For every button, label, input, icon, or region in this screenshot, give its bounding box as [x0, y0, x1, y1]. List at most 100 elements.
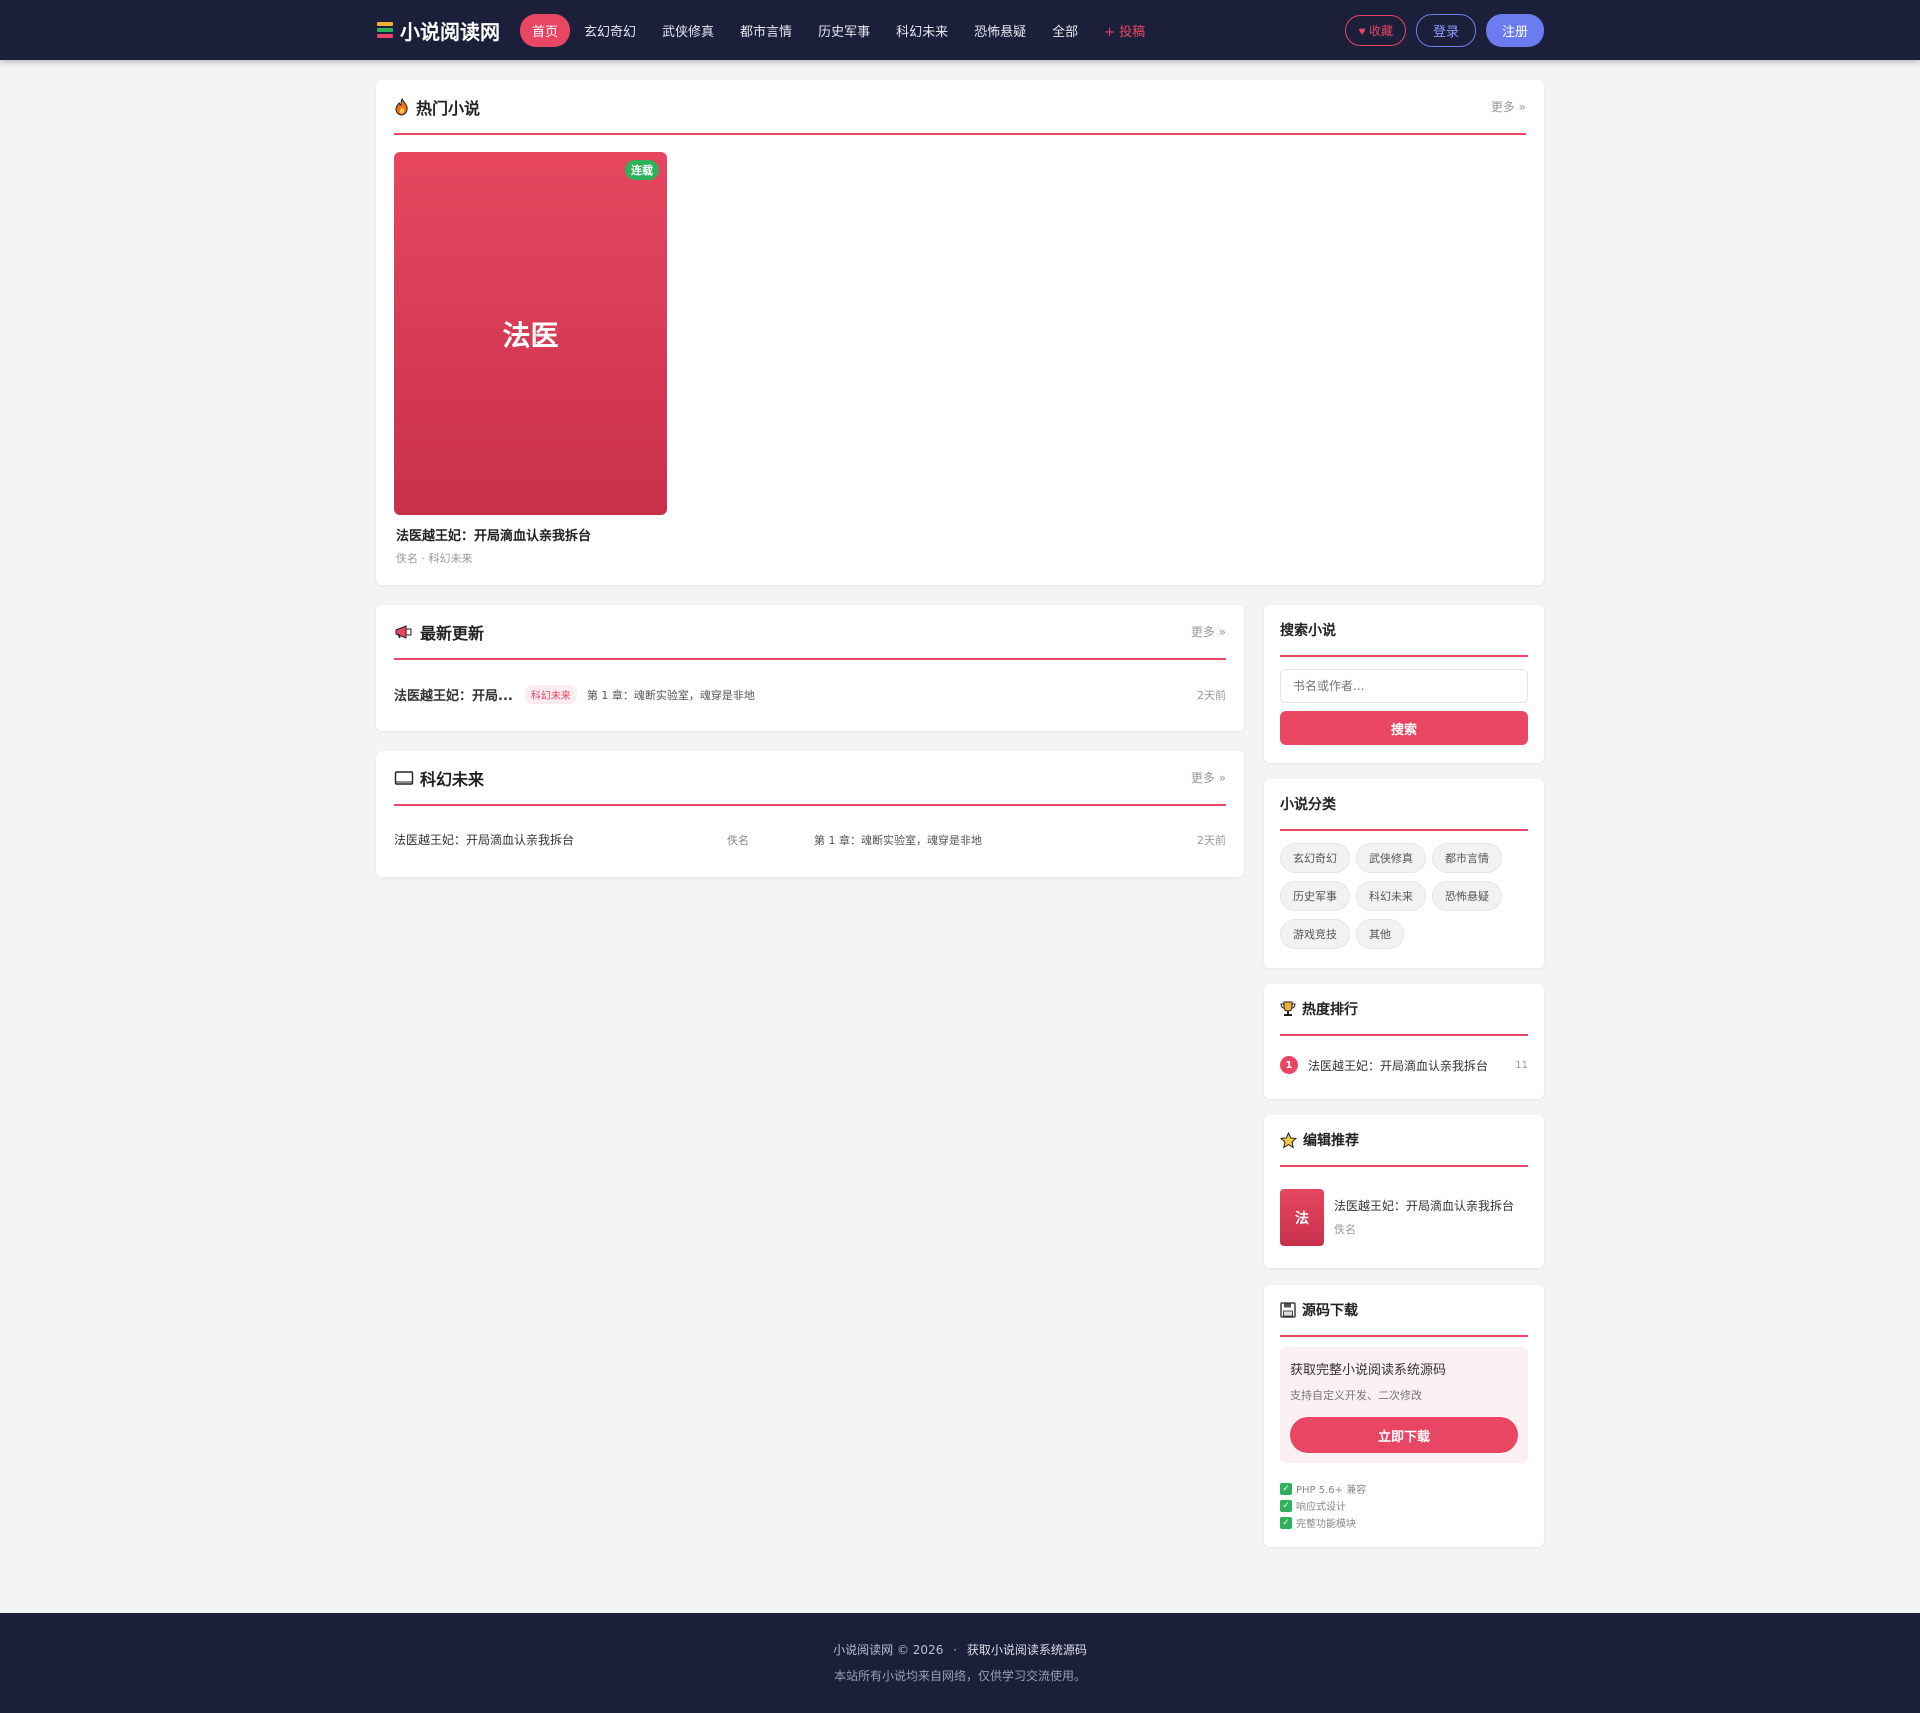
site-logo[interactable]: 小说阅读网: [376, 16, 500, 45]
update-row[interactable]: 法医越王妃：开局... 科幻未来 第 1 章：魂断实验室，魂穿是非地 2天前: [394, 685, 1226, 704]
nav-item-fantasy[interactable]: 玄幻奇幻: [572, 14, 648, 47]
cover-text: 法医: [502, 318, 559, 352]
trophy-icon: [1280, 1001, 1296, 1016]
list-book-chapter[interactable]: 第 1 章：魂断实验室，魂穿是非地: [814, 832, 982, 848]
book-cover[interactable]: 连载 法医: [394, 152, 667, 515]
pick-author: 佚名: [1334, 1223, 1356, 1236]
nav-item-all[interactable]: 全部: [1040, 14, 1090, 47]
favorite-button[interactable]: ♥ 收藏: [1345, 14, 1406, 46]
hot-book-title[interactable]: 法医越王妃：开局滴血认亲我拆台: [396, 525, 591, 544]
download-header: 源码下载: [1280, 1285, 1528, 1337]
category-tag[interactable]: 科幻未来: [524, 685, 577, 704]
hot-novels-title: 热门小说: [394, 95, 480, 119]
category-chip-horror[interactable]: 恐怖悬疑: [1432, 881, 1502, 911]
hot-more-link[interactable]: 更多 »: [1491, 98, 1526, 115]
rank-book-title[interactable]: 法医越王妃：开局滴血认亲我拆台: [1308, 1057, 1488, 1074]
rank-number: 1: [1280, 1056, 1298, 1074]
feature-item: ✓ PHP 5.6+ 兼容: [1280, 1481, 1366, 1496]
nav-item-history[interactable]: 历史军事: [806, 14, 882, 47]
download-title-text: 源码下载: [1302, 1303, 1358, 1319]
category-chip-gaming[interactable]: 游戏竞技: [1280, 919, 1350, 949]
list-book-time: 2天前: [1197, 833, 1226, 847]
categories-panel: 小说分类 玄幻奇幻 武侠修真 都市言情 历史军事 科幻未来 恐怖悬疑 游戏竞技 …: [1264, 779, 1544, 968]
editor-picks-panel: 编辑推荐 法 法医越王妃：开局滴血认亲我拆台 佚名: [1264, 1115, 1544, 1268]
nav-item-home[interactable]: 首页: [520, 13, 571, 47]
update-book-title[interactable]: 法医越王妃：开局...: [394, 685, 513, 704]
latest-updates-title-text: 最新更新: [420, 623, 485, 643]
category-chip-urban[interactable]: 都市言情: [1432, 843, 1502, 873]
ranking-row[interactable]: 1 法医越王妃：开局滴血认亲我拆台 11: [1280, 1056, 1528, 1074]
books-icon: [376, 21, 394, 39]
category-chips: 玄幻奇幻 武侠修真 都市言情 历史军事 科幻未来 恐怖悬疑 游戏竞技 其他: [1280, 843, 1534, 949]
footer: 小说阅读网 © 2026 · 获取小说阅读系统源码 本站所有小说均来自网络，仅供…: [0, 1613, 1920, 1713]
download-panel: 源码下载 获取完整小说阅读系统源码 支持自定义开发、二次修改 立即下载 ✓ PHP…: [1264, 1285, 1544, 1547]
feature-text: 完整功能模块: [1296, 1519, 1356, 1530]
feature-item: ✓ 响应式设计: [1280, 1498, 1346, 1513]
feature-item: ✓ 完整功能模块: [1280, 1515, 1356, 1530]
nav-item-horror[interactable]: 恐怖悬疑: [962, 14, 1038, 47]
register-button[interactable]: 注册: [1485, 13, 1544, 47]
download-title: 源码下载: [1280, 1300, 1358, 1320]
ranking-title: 热度排行: [1280, 999, 1358, 1019]
ranking-header: 热度排行: [1280, 984, 1528, 1036]
editor-picks-title: 编辑推荐: [1280, 1130, 1359, 1150]
category-chip-other[interactable]: 其他: [1356, 919, 1404, 949]
categories-title: 小说分类: [1280, 797, 1336, 813]
list-item[interactable]: 法医越王妃：开局滴血认亲我拆台 佚名 第 1 章：魂断实验室，魂穿是非地 2天前: [394, 831, 1226, 848]
nav-item-urban[interactable]: 都市言情: [728, 14, 804, 47]
latest-updates-title: 最新更新: [394, 620, 484, 644]
star-icon: [1280, 1131, 1297, 1149]
hot-book-meta: 佚名 · 科幻未来: [396, 552, 473, 565]
download-box-subtitle: 支持自定义开发、二次修改: [1290, 1389, 1422, 1402]
favorite-label: 收藏: [1368, 23, 1393, 38]
category-chip-wuxia[interactable]: 武侠修真: [1356, 843, 1426, 873]
latest-updates-header: 最新更新 更多 »: [394, 605, 1226, 660]
check-icon: ✓: [1280, 1482, 1292, 1495]
site-name: 小说阅读网: [400, 19, 500, 44]
scifi-title-text: 科幻未来: [420, 769, 485, 789]
footer-note: 本站所有小说均来自网络，仅供学习交流使用。: [833, 1669, 1086, 1683]
login-button[interactable]: 登录: [1415, 13, 1476, 47]
scifi-panel: 科幻未来 更多 » 法医越王妃：开局滴血认亲我拆台 佚名 第 1 章：魂断实验室…: [376, 751, 1244, 877]
download-button[interactable]: 立即下载: [1290, 1417, 1518, 1453]
top-navbar: 小说阅读网 首页 玄幻奇幻 武侠修真 都市言情 历史军事 科幻未来 恐怖悬疑 全…: [0, 0, 1920, 60]
check-icon: ✓: [1280, 1499, 1292, 1512]
header-actions: ♥ 收藏 登录 注册: [1345, 13, 1544, 47]
hot-novels-title-text: 热门小说: [416, 98, 481, 118]
pick-title[interactable]: 法医越王妃：开局滴血认亲我拆台: [1334, 1197, 1514, 1214]
category-chip-scifi[interactable]: 科幻未来: [1356, 881, 1426, 911]
search-button[interactable]: 搜索: [1280, 711, 1528, 745]
fire-icon: [395, 97, 408, 116]
hot-novels-panel: 热门小说 更多 » 连载 法医 法医越王妃：开局滴血认亲我拆台 佚名 · 科幻未…: [376, 80, 1544, 585]
search-input[interactable]: [1280, 669, 1528, 703]
scifi-more-link[interactable]: 更多 »: [1191, 769, 1226, 786]
search-panel: 搜索小说 搜索: [1264, 605, 1544, 763]
heart-icon: ♥: [1358, 23, 1366, 38]
footer-copyright-line: 小说阅读网 © 2026 · 获取小说阅读系统源码: [0, 1641, 1920, 1658]
ranking-title-text: 热度排行: [1302, 1002, 1358, 1018]
pick-cover[interactable]: 法: [1280, 1189, 1324, 1246]
search-title: 搜索小说: [1280, 623, 1336, 639]
category-chip-fantasy[interactable]: 玄幻奇幻: [1280, 843, 1350, 873]
status-badge: 连载: [625, 160, 659, 180]
nav-item-submit[interactable]: + 投稿: [1092, 14, 1157, 47]
latest-updates-panel: 最新更新 更多 » 法医越王妃：开局... 科幻未来 第 1 章：魂断实验室，魂…: [376, 605, 1244, 731]
scifi-header: 科幻未来 更多 »: [394, 751, 1226, 806]
hot-novels-header: 热门小说 更多 »: [394, 80, 1526, 135]
latest-more-link[interactable]: 更多 »: [1191, 623, 1226, 640]
editor-picks-title-text: 编辑推荐: [1303, 1133, 1359, 1149]
search-header: 搜索小说: [1280, 605, 1528, 657]
nav-item-scifi[interactable]: 科幻未来: [884, 14, 960, 47]
check-icon: ✓: [1280, 1516, 1292, 1529]
footer-source-link[interactable]: 获取小说阅读系统源码: [967, 1643, 1087, 1657]
update-chapter[interactable]: 第 1 章：魂断实验室，魂穿是非地: [587, 687, 755, 703]
list-book-title[interactable]: 法医越王妃：开局滴血认亲我拆台: [394, 831, 727, 848]
floppy-icon: [1280, 1302, 1296, 1318]
categories-header: 小说分类: [1280, 779, 1528, 831]
footer-separator: ·: [953, 1643, 957, 1657]
category-chip-history[interactable]: 历史军事: [1280, 881, 1350, 911]
scifi-title: 科幻未来: [394, 766, 484, 790]
nav-item-wuxia[interactable]: 武侠修真: [650, 14, 726, 47]
ranking-panel: 热度排行 1 法医越王妃：开局滴血认亲我拆台 11: [1264, 984, 1544, 1099]
editor-picks-header: 编辑推荐: [1280, 1115, 1528, 1167]
